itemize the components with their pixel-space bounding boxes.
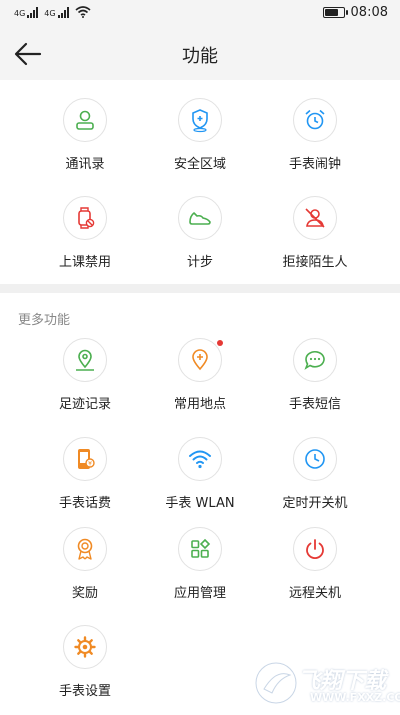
footprint-icon <box>63 338 107 382</box>
function-remote-shutdown[interactable]: 远程关机 <box>260 527 370 617</box>
function-timer-power[interactable]: 定时开关机 <box>260 437 370 527</box>
function-label: 定时开关机 <box>282 496 348 511</box>
reject-stranger-icon <box>293 196 337 240</box>
wlan-icon <box>178 437 222 481</box>
signal-icon-2: 4G <box>44 6 69 18</box>
function-label: 计步 <box>186 255 213 270</box>
new-badge <box>217 340 223 346</box>
sms-icon <box>293 338 337 382</box>
watermark-url: WWW.FXXZ.COM <box>310 691 400 704</box>
function-footprint[interactable]: 足迹记录 <box>30 338 140 428</box>
function-label: 手表设置 <box>58 684 111 699</box>
function-label: 手表闹钟 <box>288 157 341 172</box>
function-label: 手表 WLAN <box>165 496 235 511</box>
status-bar: 4G 4G 08:08 <box>0 0 400 28</box>
award-icon <box>63 527 107 571</box>
watermark-logo: 飞翔下载 WWW.FXXZ.COM <box>250 657 400 711</box>
function-steps[interactable]: 计步 <box>145 196 255 286</box>
function-label: 应用管理 <box>173 586 226 601</box>
page-title: 功能 <box>182 46 218 67</box>
status-time: 08:08 <box>350 5 388 20</box>
phone-bill-icon: ¥ <box>63 437 107 481</box>
function-label: 远程关机 <box>288 586 341 601</box>
svg-text:¥: ¥ <box>88 461 92 468</box>
function-label: 安全区域 <box>173 157 226 172</box>
function-wlan[interactable]: 手表 WLAN <box>145 437 255 527</box>
section-divider <box>0 284 400 293</box>
function-label: 手表短信 <box>288 397 341 412</box>
safe-zone-icon <box>178 98 222 142</box>
function-class-disable[interactable]: 上课禁用 <box>30 196 140 286</box>
function-contacts[interactable]: 通讯录 <box>30 98 140 188</box>
function-phone-bill[interactable]: ¥ 手表话费 <box>30 437 140 527</box>
battery-icon <box>322 7 348 18</box>
alarm-clock-icon <box>293 98 337 142</box>
function-label: 手表话费 <box>58 496 111 511</box>
wifi-icon <box>75 6 91 18</box>
function-label: 常用地点 <box>173 397 226 412</box>
class-disable-icon <box>63 196 107 240</box>
main-functions-panel: 通讯录 安全区域 手表闹钟 上课禁用 计步 拒接陌生人 <box>0 80 400 284</box>
function-favorite-place[interactable]: 常用地点 <box>145 338 255 428</box>
timer-power-icon <box>293 437 337 481</box>
function-label: 通讯录 <box>65 157 105 172</box>
function-app-manage[interactable]: 应用管理 <box>145 527 255 617</box>
function-label: 拒接陌生人 <box>282 255 348 270</box>
app-manage-icon <box>178 527 222 571</box>
settings-gear-icon <box>63 625 107 669</box>
signal-icon: 4G <box>14 6 39 18</box>
app-header: 功能 <box>0 28 400 80</box>
contacts-icon <box>63 98 107 142</box>
function-settings[interactable]: 手表设置 <box>30 625 140 715</box>
function-award[interactable]: 奖励 <box>30 527 140 617</box>
watermark-emblem-icon <box>253 660 299 706</box>
function-sms[interactable]: 手表短信 <box>260 338 370 428</box>
function-safe-zone[interactable]: 安全区域 <box>145 98 255 188</box>
more-functions-title: 更多功能 <box>18 313 71 328</box>
remote-shutdown-icon <box>293 527 337 571</box>
battery-level-fill <box>324 9 339 16</box>
function-reject-stranger[interactable]: 拒接陌生人 <box>260 196 370 286</box>
function-label: 足迹记录 <box>58 397 111 412</box>
function-alarm[interactable]: 手表闹钟 <box>260 98 370 188</box>
function-label: 奖励 <box>71 586 98 601</box>
step-shoe-icon <box>178 196 222 240</box>
favorite-place-icon <box>178 338 223 382</box>
function-label: 上课禁用 <box>58 255 111 270</box>
